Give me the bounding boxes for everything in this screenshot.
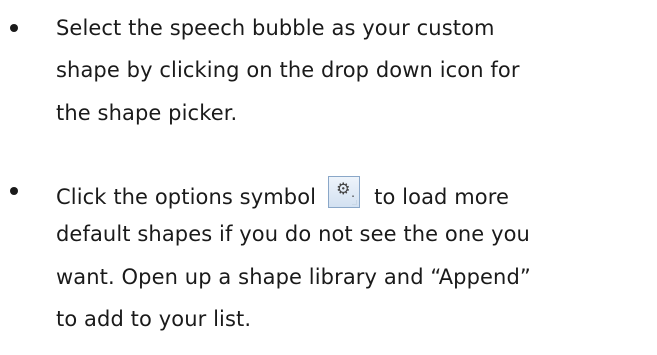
bullet-2-line-2: default shapes if you do not see the one… — [56, 222, 530, 246]
bullet-1-line-2: shape by clicking on the drop down icon … — [56, 58, 520, 82]
bullet-point-icon — [10, 24, 18, 32]
bullet-2-line-1: Click the options symbol ⚙. to load more — [56, 176, 509, 212]
bullet-2-line-1-after-icon: to load more — [374, 185, 510, 209]
bullet-point-icon — [10, 187, 18, 195]
corner-mark-icon — [352, 200, 358, 205]
bullet-2-line-1-before-icon: Click the options symbol — [56, 185, 317, 209]
options-gear-icon: ⚙. — [328, 176, 361, 208]
bullet-2-line-4: to add to your list. — [56, 307, 252, 331]
document-page: Select the speech bubble as your custom … — [0, 0, 657, 355]
dropdown-dot-icon: . — [351, 186, 356, 200]
bullet-1-line-3: the shape picker. — [56, 101, 238, 125]
bullet-2-line-3: want. Open up a shape library and “Appen… — [56, 265, 531, 289]
gear-icon: ⚙ — [336, 179, 351, 198]
bullet-1-line-1: Select the speech bubble as your custom — [56, 16, 495, 40]
